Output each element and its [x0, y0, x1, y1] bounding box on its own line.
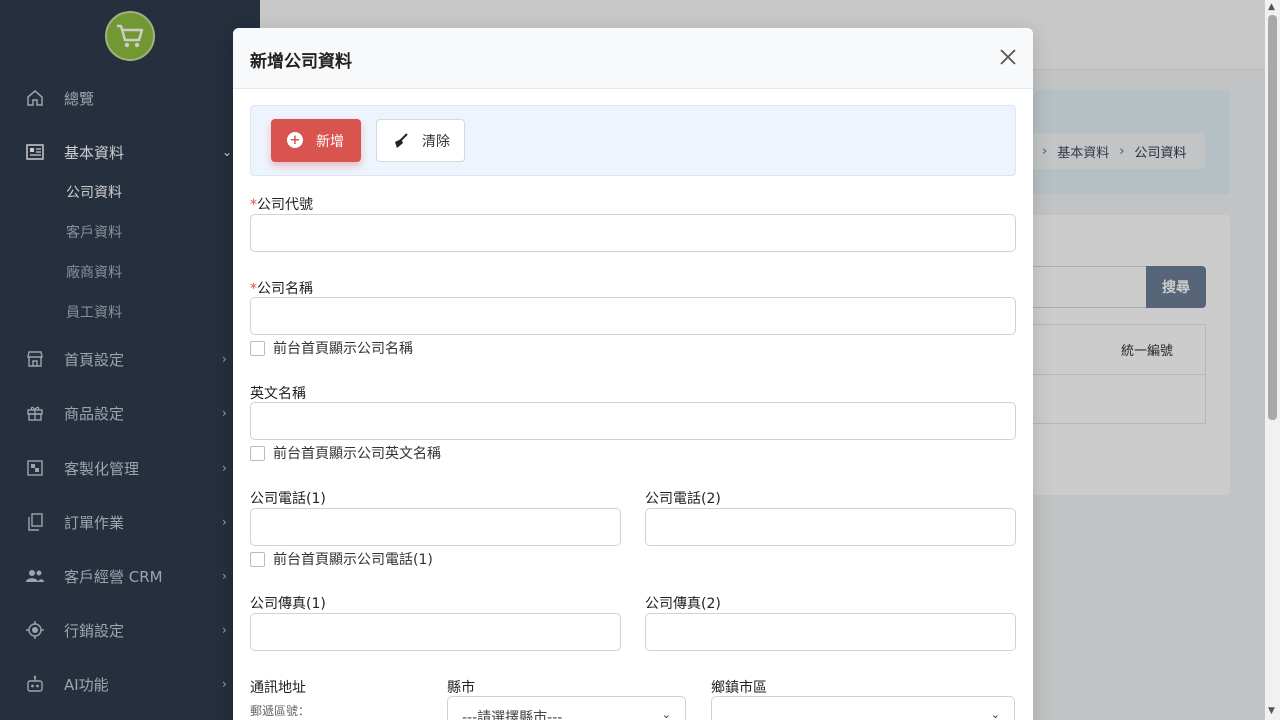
phone2-label: 公司電話(2) — [645, 491, 721, 507]
checkbox-label: 前台首頁顯示公司英文名稱 — [273, 446, 441, 462]
address-label: 通訊地址 — [250, 680, 306, 696]
broom-icon — [392, 132, 410, 154]
clear-button[interactable]: 清除 — [376, 119, 465, 162]
district-select[interactable]: ⌄ — [711, 696, 1015, 720]
county-select[interactable]: ---請選擇縣市--- ⌄ — [447, 696, 686, 720]
company-code-label: *公司代號 — [250, 194, 313, 214]
show-phone1-checkbox[interactable] — [250, 551, 265, 567]
checkbox-label: 前台首頁顯示公司名稱 — [273, 341, 413, 357]
required-marker: * — [250, 197, 257, 213]
label-text: 公司代號 — [257, 197, 313, 213]
scrollbar[interactable]: ▲ ▼ — [1265, 0, 1280, 720]
fax2-label: 公司傳真(2) — [645, 596, 721, 612]
fax1-label: 公司傳真(1) — [250, 596, 326, 612]
chevron-down-icon: ⌄ — [990, 708, 1000, 720]
fax2-input[interactable] — [645, 613, 1016, 651]
show-english-name-row: 前台首頁顯示公司英文名稱 — [250, 443, 441, 463]
add-company-modal: 新增公司資料 + 新增 清除 *公司代號 *公司名稱 前台首頁顯示公司名稱 英文… — [233, 28, 1033, 720]
modal-title: 新增公司資料 — [250, 52, 352, 72]
county-label: 縣市 — [447, 680, 475, 696]
scroll-up-arrow-icon[interactable]: ▲ — [1268, 2, 1275, 12]
county-selected-value: ---請選擇縣市--- — [462, 710, 563, 720]
scroll-down-arrow-icon[interactable]: ▼ — [1268, 706, 1275, 716]
show-phone1-row: 前台首頁顯示公司電話(1) — [250, 549, 433, 569]
close-icon[interactable] — [997, 46, 1019, 68]
english-name-label: 英文名稱 — [250, 386, 306, 402]
company-code-input[interactable] — [250, 214, 1016, 252]
company-name-input[interactable] — [250, 297, 1016, 335]
label-text: 公司名稱 — [257, 281, 313, 297]
phone2-input[interactable] — [645, 508, 1016, 546]
action-bar: + 新增 清除 — [250, 105, 1016, 176]
scrollbar-thumb[interactable] — [1268, 15, 1277, 420]
add-button-label: 新增 — [316, 133, 344, 150]
company-name-label: *公司名稱 — [250, 278, 313, 298]
english-name-input[interactable] — [250, 402, 1016, 440]
postal-code-label: 郵遞區號： — [250, 704, 311, 718]
add-button[interactable]: + 新增 — [271, 119, 361, 162]
chevron-down-icon: ⌄ — [661, 708, 671, 720]
phone1-input[interactable] — [250, 508, 621, 546]
phone1-label: 公司電話(1) — [250, 491, 326, 507]
modal-header: 新增公司資料 — [233, 28, 1033, 89]
show-company-name-checkbox[interactable] — [250, 340, 265, 356]
required-marker: * — [250, 281, 257, 297]
show-english-name-checkbox[interactable] — [250, 445, 265, 461]
fax1-input[interactable] — [250, 613, 621, 651]
district-label: 鄉鎮市區 — [711, 680, 767, 696]
show-company-name-row: 前台首頁顯示公司名稱 — [250, 338, 413, 358]
checkbox-label: 前台首頁顯示公司電話(1) — [273, 552, 433, 568]
plus-circle-icon: + — [287, 132, 303, 148]
clear-button-label: 清除 — [422, 133, 450, 150]
